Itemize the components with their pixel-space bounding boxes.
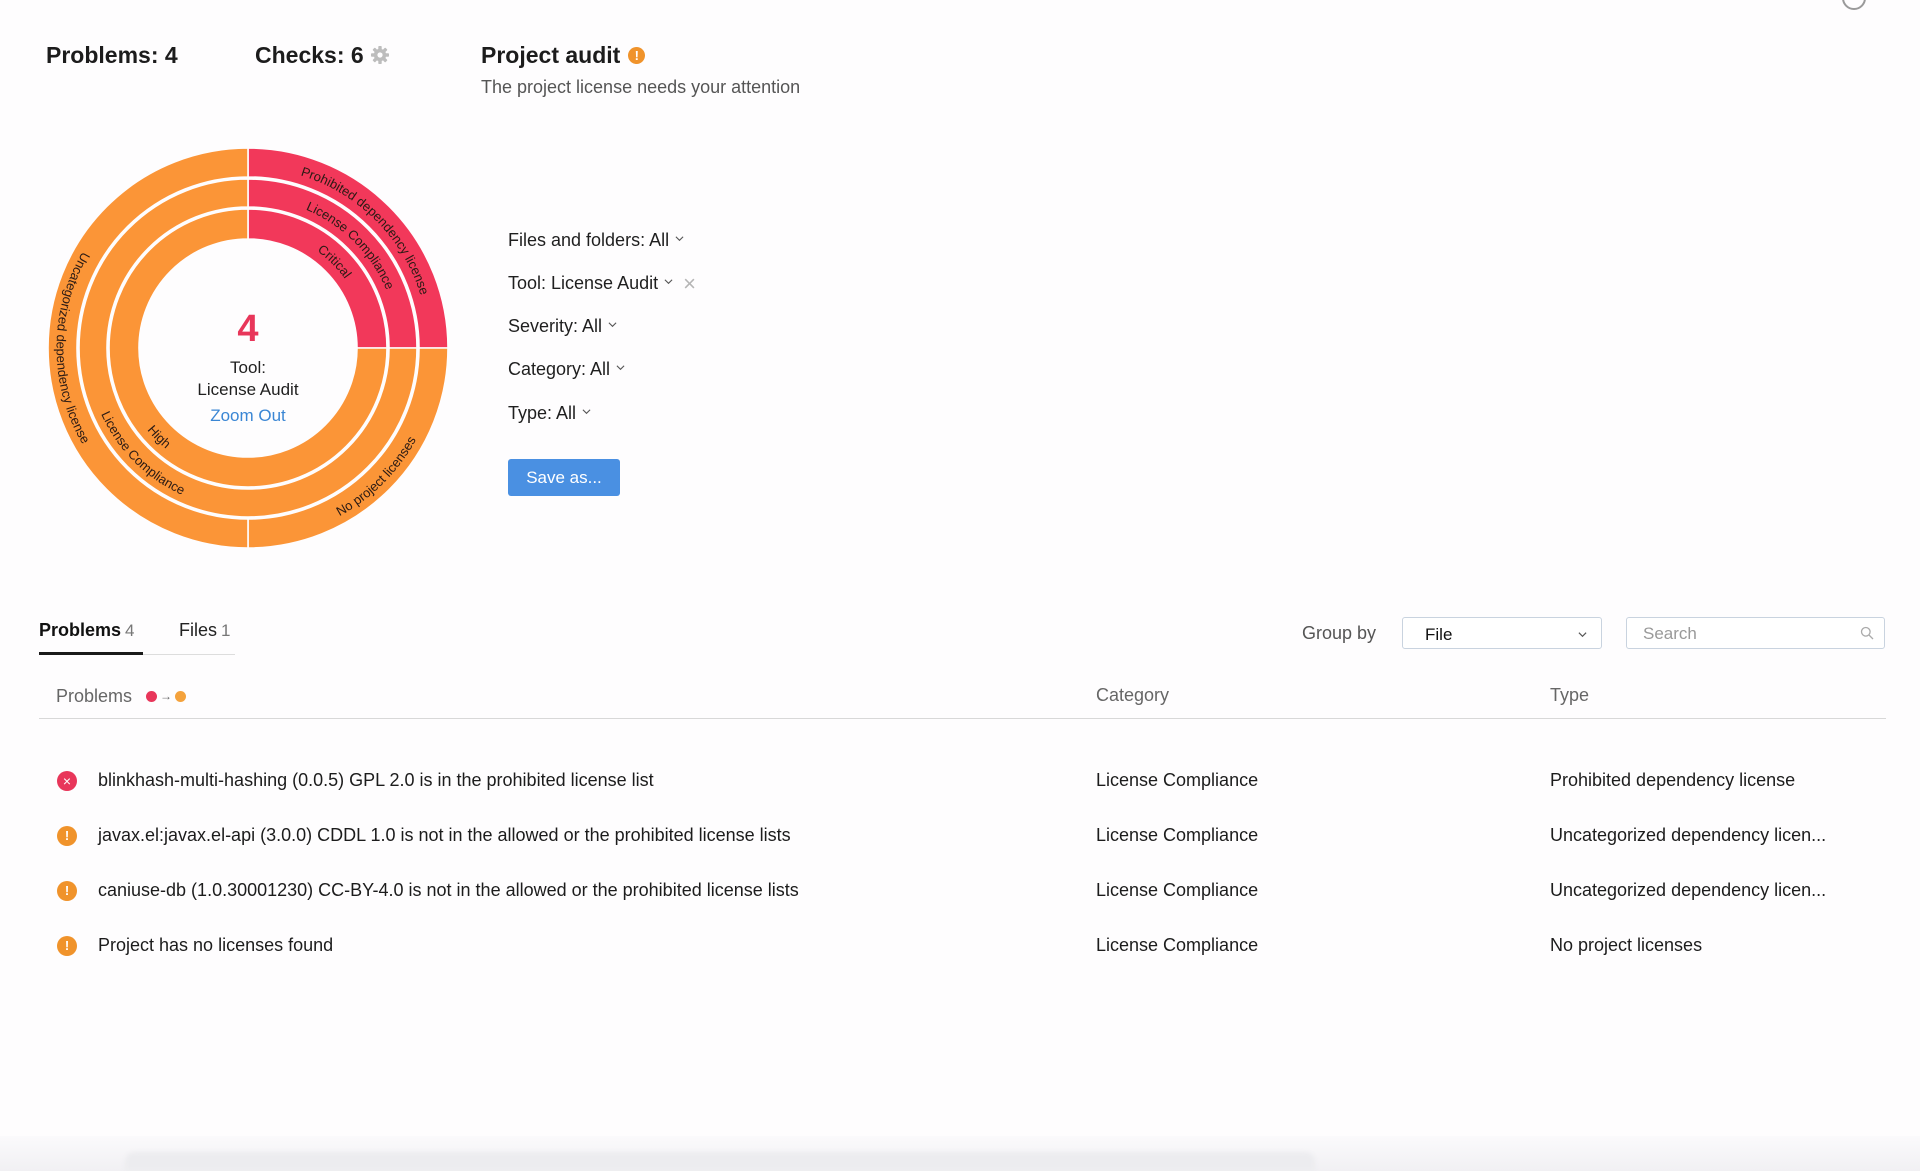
tab-problems[interactable]: Problems 4 [39,620,135,641]
chart-center-label-line1: Tool: [230,358,266,377]
tab-label: Problems [39,620,122,640]
problem-type: Uncategorized dependency licen... [1550,825,1827,845]
problem-category: License Compliance [1096,770,1259,790]
problem-type: No project licenses [1550,935,1703,955]
chevron-down-icon [582,409,591,415]
table-header-divider [39,718,1886,719]
active-tab-indicator [39,652,143,655]
save-as-button[interactable]: Save as... [508,459,620,496]
problem-category: License Compliance [1096,880,1259,900]
exclamation-icon: ! [628,47,646,64]
checks-label: Checks: 6 [255,42,364,68]
tab-files[interactable]: Files 1 [179,620,230,641]
column-header-label: Problems [56,686,133,706]
problem-message: caniuse-db (1.0.30001230) CC-BY-4.0 is n… [98,880,799,900]
chart-center-label-line2: License Audit [197,380,299,399]
table-row[interactable]: ! Project has no licenses found License … [0,928,1920,968]
problem-category: License Compliance [1096,935,1259,955]
filter-category[interactable]: Category: All [508,359,625,380]
checks-count: Checks: 6 [255,42,390,69]
chevron-down-icon [1578,632,1587,638]
arrow-right-icon: → [160,689,173,704]
column-header-category[interactable]: Category [1096,685,1169,706]
chevron-down-icon [675,236,684,242]
help-icon[interactable] [1842,0,1866,10]
chart-center-count: 4 [237,308,259,350]
filter-label: Files and folders: All [508,230,670,250]
audit-title-text: Project audit [481,42,621,68]
audit-title: Project audit! [481,42,646,69]
problem-type: Uncategorized dependency licen... [1550,880,1827,900]
filter-severity[interactable]: Severity: All [508,316,617,337]
search-input[interactable] [1641,618,1845,650]
high-dot-icon [175,690,187,702]
column-header-type[interactable]: Type [1550,685,1589,706]
error-icon: × [57,771,77,791]
audit-subtitle: The project license needs your attention [481,77,801,97]
critical-dot-icon [146,690,158,702]
filter-label: Type: All [508,403,577,423]
filter-tool[interactable]: Tool: License Audit × [508,273,696,295]
warning-icon: ! [57,826,77,846]
tab-count: 4 [125,621,135,640]
chevron-down-icon [664,279,673,285]
filter-label: Tool: License Audit [508,273,659,293]
column-header-problems[interactable]: Problems → [56,685,187,707]
problem-message: blinkhash-multi-hashing (0.0.5) GPL 2.0 … [98,770,654,790]
search-box[interactable] [1626,617,1885,650]
severity-sort-indicator: → [146,685,187,706]
problem-message: javax.el:javax.el-api (3.0.0) CDDL 1.0 i… [98,825,791,845]
problem-category: License Compliance [1096,825,1259,845]
table-row[interactable]: ! caniuse-db (1.0.30001230) CC-BY-4.0 is… [0,873,1920,913]
group-by-label: Group by [1302,623,1377,643]
problems-count: Problems: 4 [46,42,178,68]
chevron-down-icon [616,365,625,371]
group-by-select[interactable]: File [1402,617,1602,649]
filter-label: Category: All [508,359,611,379]
group-by-value: File [1425,625,1453,644]
table-row[interactable]: × blinkhash-multi-hashing (0.0.5) GPL 2.… [0,763,1920,803]
clear-filter-icon[interactable]: × [683,273,696,295]
warning-icon: ! [57,881,77,901]
gear-icon[interactable] [370,45,390,65]
filter-files-and-folders[interactable]: Files and folders: All [508,230,684,251]
zoom-out-link[interactable]: Zoom Out [148,406,348,426]
chevron-down-icon [608,322,617,328]
problem-type: Prohibited dependency license [1550,770,1796,790]
table-row[interactable]: ! javax.el:javax.el-api (3.0.0) CDDL 1.0… [0,818,1920,858]
search-icon [1860,626,1874,640]
filter-label: Severity: All [508,316,603,336]
tab-label: Files [179,620,218,640]
problem-message: Project has no licenses found [98,935,334,955]
tab-count: 1 [221,621,231,640]
bottom-panel-edge [125,1152,1315,1171]
warning-icon: ! [57,936,77,956]
filter-type[interactable]: Type: All [508,403,591,424]
